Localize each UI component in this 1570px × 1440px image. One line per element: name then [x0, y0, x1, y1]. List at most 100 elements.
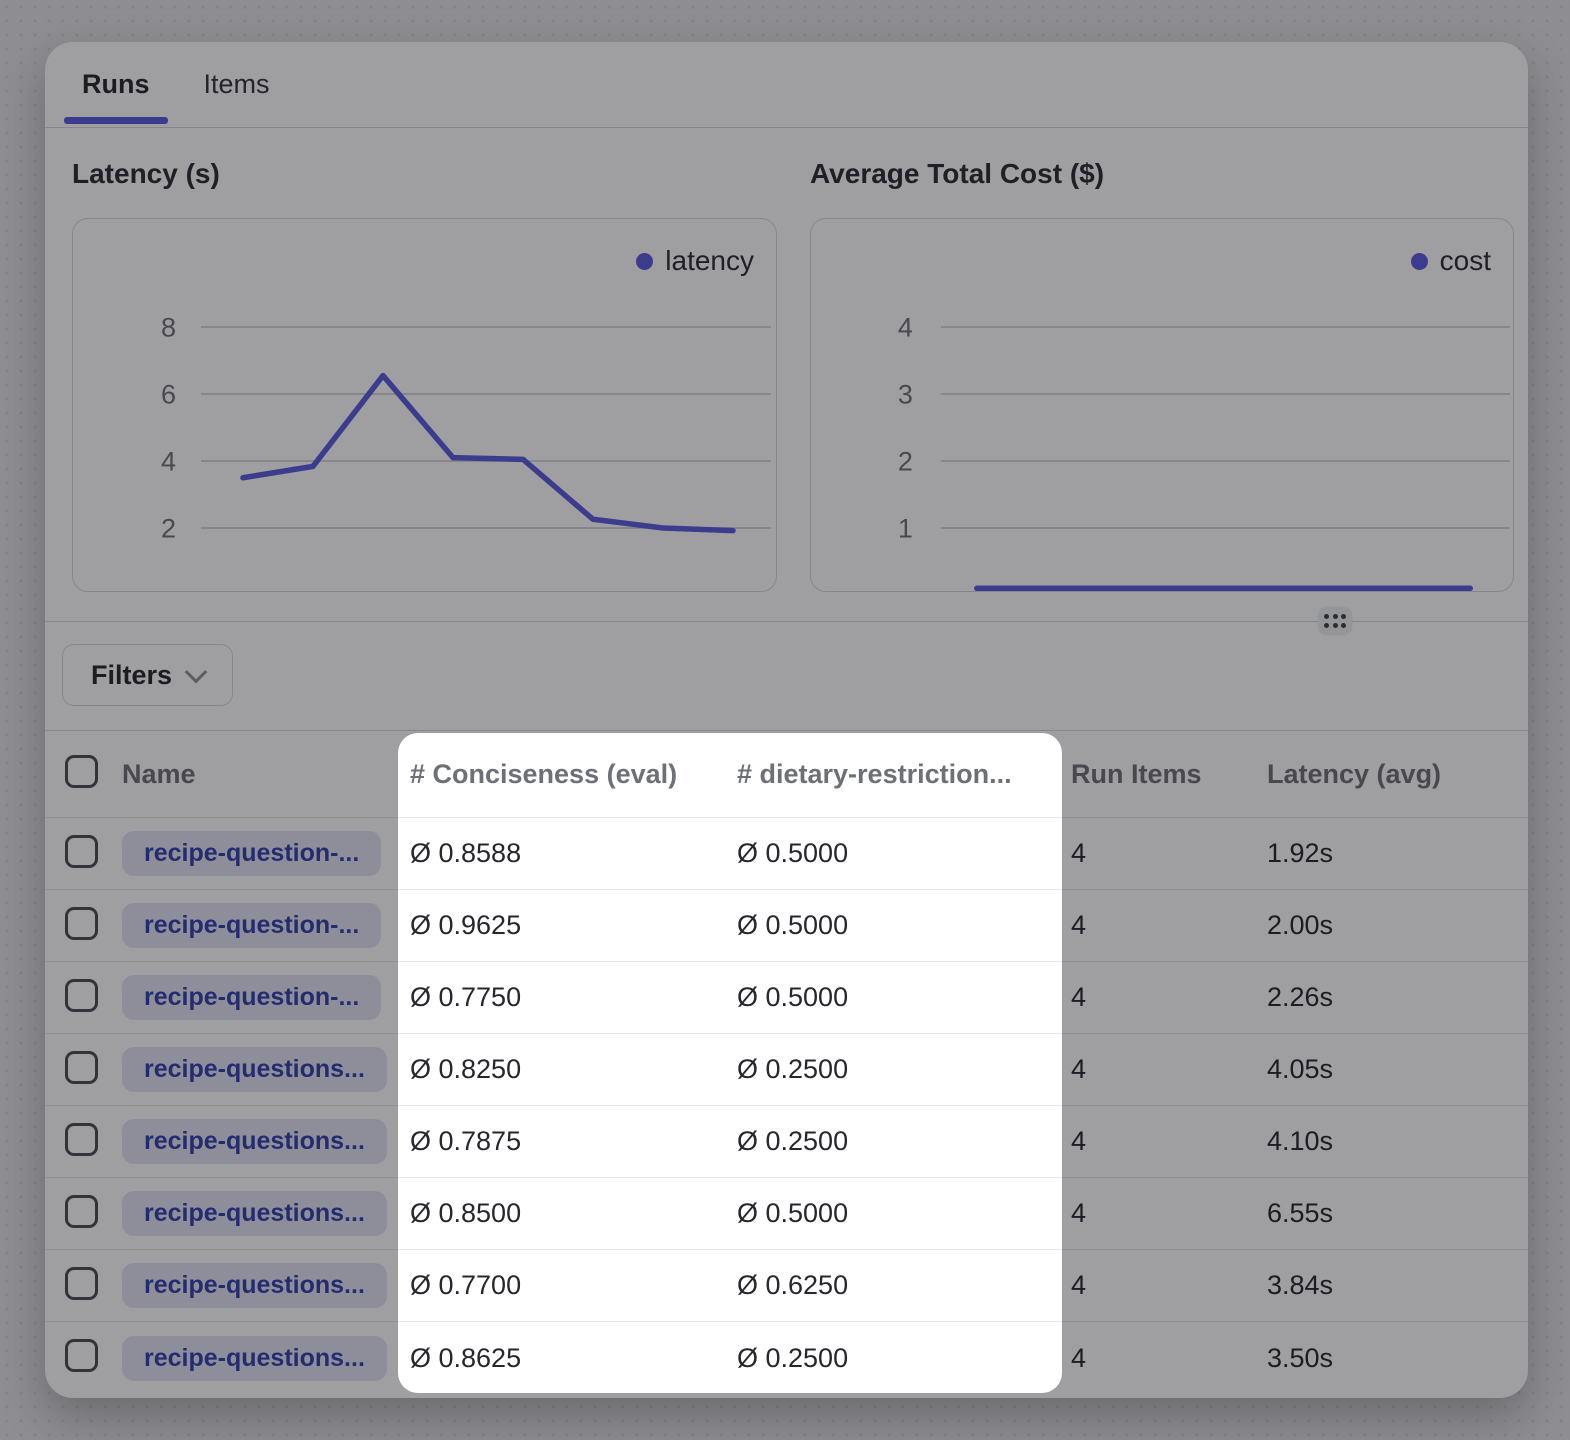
table-header: Name # Conciseness (eval) # dietary-rest… [45, 730, 1528, 818]
tab-items[interactable]: Items [186, 42, 288, 127]
run-name-cell: recipe-questions... [122, 1336, 410, 1381]
dietary-restriction-cell: Ø 0.2500 [737, 1126, 1071, 1157]
row-select-cell [45, 907, 122, 945]
page-background: Runs Items Latency (s) 8642 latency Aver… [0, 0, 1570, 1440]
table-row[interactable]: recipe-questions... Ø 0.8250 Ø 0.2500 4 … [45, 1034, 1528, 1106]
run-name-badge[interactable]: recipe-questions... [122, 1263, 387, 1308]
row-select-cell [45, 979, 122, 1017]
row-select-cell [45, 1339, 122, 1377]
latency-avg-cell: 2.26s [1267, 982, 1528, 1013]
row-checkbox[interactable] [65, 907, 98, 940]
latency-chart-title: Latency (s) [72, 158, 220, 190]
latency-chart: 8642 latency [72, 218, 777, 592]
run-items-cell: 4 [1071, 838, 1267, 869]
table-row[interactable]: recipe-questions... Ø 0.7875 Ø 0.2500 4 … [45, 1106, 1528, 1178]
run-name-cell: recipe-question-... [122, 975, 410, 1020]
run-name-cell: recipe-questions... [122, 1119, 410, 1164]
run-name-cell: recipe-questions... [122, 1047, 410, 1092]
conciseness-cell: Ø 0.7875 [410, 1126, 737, 1157]
row-checkbox[interactable] [65, 1123, 98, 1156]
run-items-cell: 4 [1071, 1270, 1267, 1301]
cost-chart-legend: cost [1411, 245, 1491, 277]
filters-row: Filters [45, 622, 1528, 730]
row-checkbox[interactable] [65, 1195, 98, 1228]
run-items-cell: 4 [1071, 1126, 1267, 1157]
latency-chart-legend: latency [636, 245, 754, 277]
run-name-badge[interactable]: recipe-questions... [122, 1047, 387, 1092]
table-row[interactable]: recipe-questions... Ø 0.8500 Ø 0.5000 4 … [45, 1178, 1528, 1250]
cost-chart: 4321 cost [810, 218, 1514, 592]
column-header-latency-avg[interactable]: Latency (avg) [1267, 759, 1528, 790]
svg-text:8: 8 [161, 313, 176, 343]
column-header-run-items[interactable]: Run Items [1071, 759, 1267, 790]
table-row[interactable]: recipe-question-... Ø 0.7750 Ø 0.5000 4 … [45, 962, 1528, 1034]
dietary-restriction-cell: Ø 0.5000 [737, 910, 1071, 941]
table-row[interactable]: recipe-questions... Ø 0.7700 Ø 0.6250 4 … [45, 1250, 1528, 1322]
select-all-checkbox[interactable] [65, 755, 98, 788]
latency-avg-cell: 3.50s [1267, 1343, 1528, 1374]
runs-table: Name # Conciseness (eval) # dietary-rest… [45, 730, 1528, 1394]
run-items-cell: 4 [1071, 1198, 1267, 1229]
row-checkbox[interactable] [65, 835, 98, 868]
cost-chart-title: Average Total Cost ($) [810, 158, 1104, 190]
cost-legend-label: cost [1440, 245, 1491, 277]
run-name-badge[interactable]: recipe-questions... [122, 1336, 387, 1381]
row-checkbox[interactable] [65, 979, 98, 1012]
dietary-restriction-cell: Ø 0.2500 [737, 1054, 1071, 1085]
run-name-badge[interactable]: recipe-question-... [122, 831, 381, 876]
row-checkbox[interactable] [65, 1051, 98, 1084]
table-row[interactable]: recipe-question-... Ø 0.9625 Ø 0.5000 4 … [45, 890, 1528, 962]
run-items-cell: 4 [1071, 982, 1267, 1013]
svg-text:2: 2 [161, 514, 176, 544]
conciseness-cell: Ø 0.9625 [410, 910, 737, 941]
dietary-restriction-cell: Ø 0.6250 [737, 1270, 1071, 1301]
latency-legend-label: latency [665, 245, 754, 277]
column-header-name[interactable]: Name [122, 759, 410, 790]
column-header-dietary-restriction[interactable]: # dietary-restriction... [737, 759, 1071, 790]
run-name-badge[interactable]: recipe-question-... [122, 975, 381, 1020]
conciseness-cell: Ø 0.8250 [410, 1054, 737, 1085]
table-row[interactable]: recipe-questions... Ø 0.8625 Ø 0.2500 4 … [45, 1322, 1528, 1394]
svg-text:1: 1 [898, 513, 913, 543]
column-header-conciseness[interactable]: # Conciseness (eval) [410, 759, 737, 790]
run-name-cell: recipe-question-... [122, 903, 410, 948]
table-row[interactable]: recipe-question-... Ø 0.8588 Ø 0.5000 4 … [45, 818, 1528, 890]
tabs-bar: Runs Items [45, 42, 1528, 128]
conciseness-cell: Ø 0.7750 [410, 982, 737, 1013]
conciseness-cell: Ø 0.8625 [410, 1343, 737, 1374]
run-name-badge[interactable]: recipe-questions... [122, 1119, 387, 1164]
latency-avg-cell: 6.55s [1267, 1198, 1528, 1229]
latency-avg-cell: 2.00s [1267, 910, 1528, 941]
dietary-restriction-cell: Ø 0.5000 [737, 1198, 1071, 1229]
filters-button[interactable]: Filters [62, 644, 233, 706]
run-items-cell: 4 [1071, 910, 1267, 941]
cost-line-chart: 4321 [811, 219, 1513, 591]
run-name-badge[interactable]: recipe-questions... [122, 1191, 387, 1236]
dietary-restriction-cell: Ø 0.2500 [737, 1343, 1071, 1374]
run-items-cell: 4 [1071, 1054, 1267, 1085]
row-select-cell [45, 1051, 122, 1089]
row-checkbox[interactable] [65, 1267, 98, 1300]
tab-items-label: Items [204, 69, 270, 100]
run-name-badge[interactable]: recipe-question-... [122, 903, 381, 948]
svg-text:4: 4 [161, 447, 176, 477]
conciseness-cell: Ø 0.8588 [410, 838, 737, 869]
resize-drag-handle[interactable] [1318, 607, 1352, 635]
active-tab-underline [64, 117, 168, 124]
run-name-cell: recipe-question-... [122, 831, 410, 876]
latency-avg-cell: 3.84s [1267, 1270, 1528, 1301]
run-items-cell: 4 [1071, 1343, 1267, 1374]
run-name-cell: recipe-questions... [122, 1191, 410, 1236]
row-select-cell [45, 1123, 122, 1161]
charts-section: Latency (s) 8642 latency Average Total C… [45, 128, 1528, 622]
latency-avg-cell: 4.05s [1267, 1054, 1528, 1085]
conciseness-cell: Ø 0.8500 [410, 1198, 737, 1229]
svg-text:3: 3 [898, 379, 913, 409]
row-checkbox[interactable] [65, 1339, 98, 1372]
row-select-cell [45, 1267, 122, 1305]
latency-avg-cell: 4.10s [1267, 1126, 1528, 1157]
conciseness-cell: Ø 0.7700 [410, 1270, 737, 1301]
filters-button-label: Filters [91, 660, 172, 691]
latency-legend-dot-icon [636, 253, 653, 270]
tab-runs[interactable]: Runs [64, 42, 168, 127]
